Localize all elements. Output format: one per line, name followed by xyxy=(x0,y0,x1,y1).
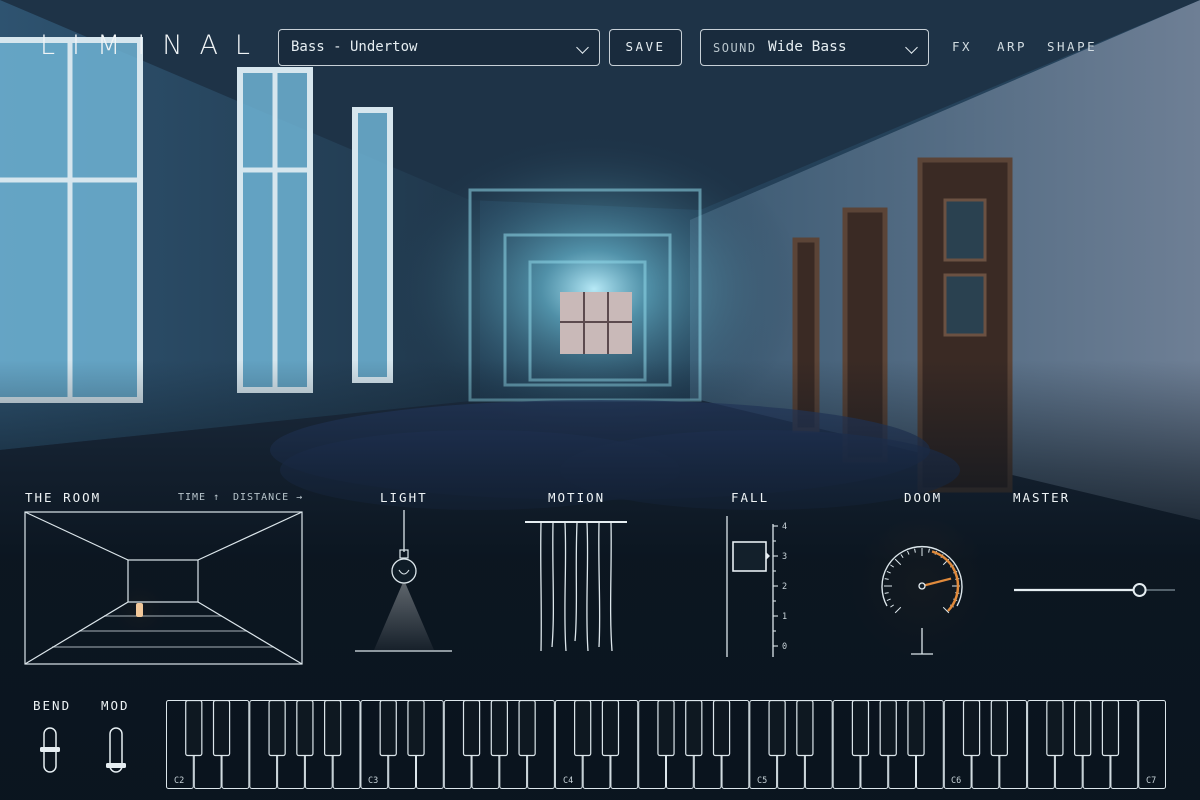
black-key[interactable] xyxy=(1101,700,1120,757)
black-key[interactable] xyxy=(601,700,620,757)
master-slider[interactable] xyxy=(1010,578,1180,602)
fall-title: FALL xyxy=(731,490,770,505)
light-title: LIGHT xyxy=(380,490,428,505)
black-key[interactable] xyxy=(990,700,1008,757)
bend-wheel-thumb[interactable] xyxy=(40,747,60,752)
light-bulb-icon xyxy=(391,558,417,584)
doom-tick xyxy=(928,548,930,553)
black-key[interactable] xyxy=(407,700,425,757)
doom-tick xyxy=(906,550,910,555)
fall-slider[interactable]: 4 3 2 1 0 xyxy=(720,512,800,662)
doom-tick xyxy=(890,604,895,608)
chevron-down-icon xyxy=(576,41,589,54)
black-key[interactable] xyxy=(768,700,786,757)
doom-tick xyxy=(900,554,904,559)
nav-arp[interactable]: ARP xyxy=(997,39,1027,54)
doom-tick xyxy=(886,570,891,574)
sound-label: SOUND xyxy=(713,41,757,55)
bend-title: BEND xyxy=(33,698,72,713)
piano-keyboard[interactable] xyxy=(166,700,1166,790)
doom-knob[interactable] xyxy=(872,538,972,658)
octave-label-c3: C3 xyxy=(368,776,379,786)
octave-label-c6: C6 xyxy=(951,776,962,786)
bend-wheel[interactable] xyxy=(38,726,64,776)
master-title: MASTER xyxy=(1013,490,1071,505)
doom-tick xyxy=(894,558,902,566)
fall-scale-label: 3 xyxy=(782,552,787,562)
octave-label-c7: C7 xyxy=(1146,776,1157,786)
black-key[interactable] xyxy=(879,700,897,757)
sound-dropdown[interactable]: SOUND Wide Bass xyxy=(700,29,929,66)
black-key[interactable] xyxy=(268,700,286,757)
room-xy-pad[interactable] xyxy=(24,511,304,666)
black-key[interactable] xyxy=(907,700,925,757)
black-key[interactable] xyxy=(962,700,981,757)
room-distance-label: DISTANCE → xyxy=(233,492,304,503)
room-position-handle[interactable] xyxy=(136,603,143,617)
doom-tick xyxy=(886,598,891,602)
black-key[interactable] xyxy=(712,700,731,757)
nav-shape[interactable]: SHAPE xyxy=(1047,39,1097,54)
fall-scale-label: 1 xyxy=(782,612,787,622)
doom-title: DOOM xyxy=(904,490,943,505)
master-slider-thumb[interactable] xyxy=(1132,583,1147,597)
motion-control[interactable] xyxy=(523,515,633,655)
black-key[interactable] xyxy=(518,700,536,757)
preset-dropdown[interactable]: Bass - Undertow xyxy=(278,29,600,66)
doom-tick xyxy=(914,548,916,553)
chevron-down-icon xyxy=(905,41,918,54)
doom-tick xyxy=(894,606,902,614)
black-key[interactable] xyxy=(296,700,314,757)
black-key[interactable] xyxy=(796,700,814,757)
sound-value: Wide Bass xyxy=(768,39,847,55)
fall-slider-thumb[interactable] xyxy=(732,541,767,572)
preset-value: Bass - Undertow xyxy=(291,39,418,55)
black-key[interactable] xyxy=(574,700,592,757)
black-key[interactable] xyxy=(324,700,342,757)
bottom-shade xyxy=(0,0,1200,800)
octave-label-c5: C5 xyxy=(757,776,768,786)
light-control[interactable] xyxy=(350,510,460,658)
room-title: THE ROOM xyxy=(25,490,102,505)
black-key[interactable] xyxy=(490,700,508,757)
octave-label-c2: C2 xyxy=(174,776,185,786)
fall-scale-label: 2 xyxy=(782,582,787,592)
fall-scale-label: 0 xyxy=(782,642,787,652)
black-key[interactable] xyxy=(1074,700,1092,757)
save-button[interactable]: SAVE xyxy=(609,29,682,66)
fall-scale-label: 4 xyxy=(782,522,787,532)
black-key[interactable] xyxy=(657,700,675,757)
mod-wheel-thumb[interactable] xyxy=(106,763,126,768)
doom-tick xyxy=(884,592,889,594)
black-key[interactable] xyxy=(851,700,870,757)
doom-needle xyxy=(921,577,952,588)
black-key[interactable] xyxy=(379,700,397,757)
black-key[interactable] xyxy=(462,700,481,757)
nav-fx[interactable]: FX xyxy=(952,39,972,54)
mod-title: MOD xyxy=(101,698,130,713)
black-key[interactable] xyxy=(685,700,703,757)
fall-pointer-icon xyxy=(766,552,770,560)
black-key[interactable] xyxy=(212,700,231,757)
doom-tick xyxy=(884,578,889,580)
mod-wheel[interactable] xyxy=(104,726,130,776)
motion-title: MOTION xyxy=(548,490,606,505)
octave-label-c4: C4 xyxy=(563,776,574,786)
room-time-label: TIME ↑ xyxy=(178,492,221,503)
app-logo: LIMINAL xyxy=(40,30,267,61)
doom-tick xyxy=(890,564,895,568)
black-key[interactable] xyxy=(185,700,203,757)
black-key[interactable] xyxy=(1046,700,1064,757)
